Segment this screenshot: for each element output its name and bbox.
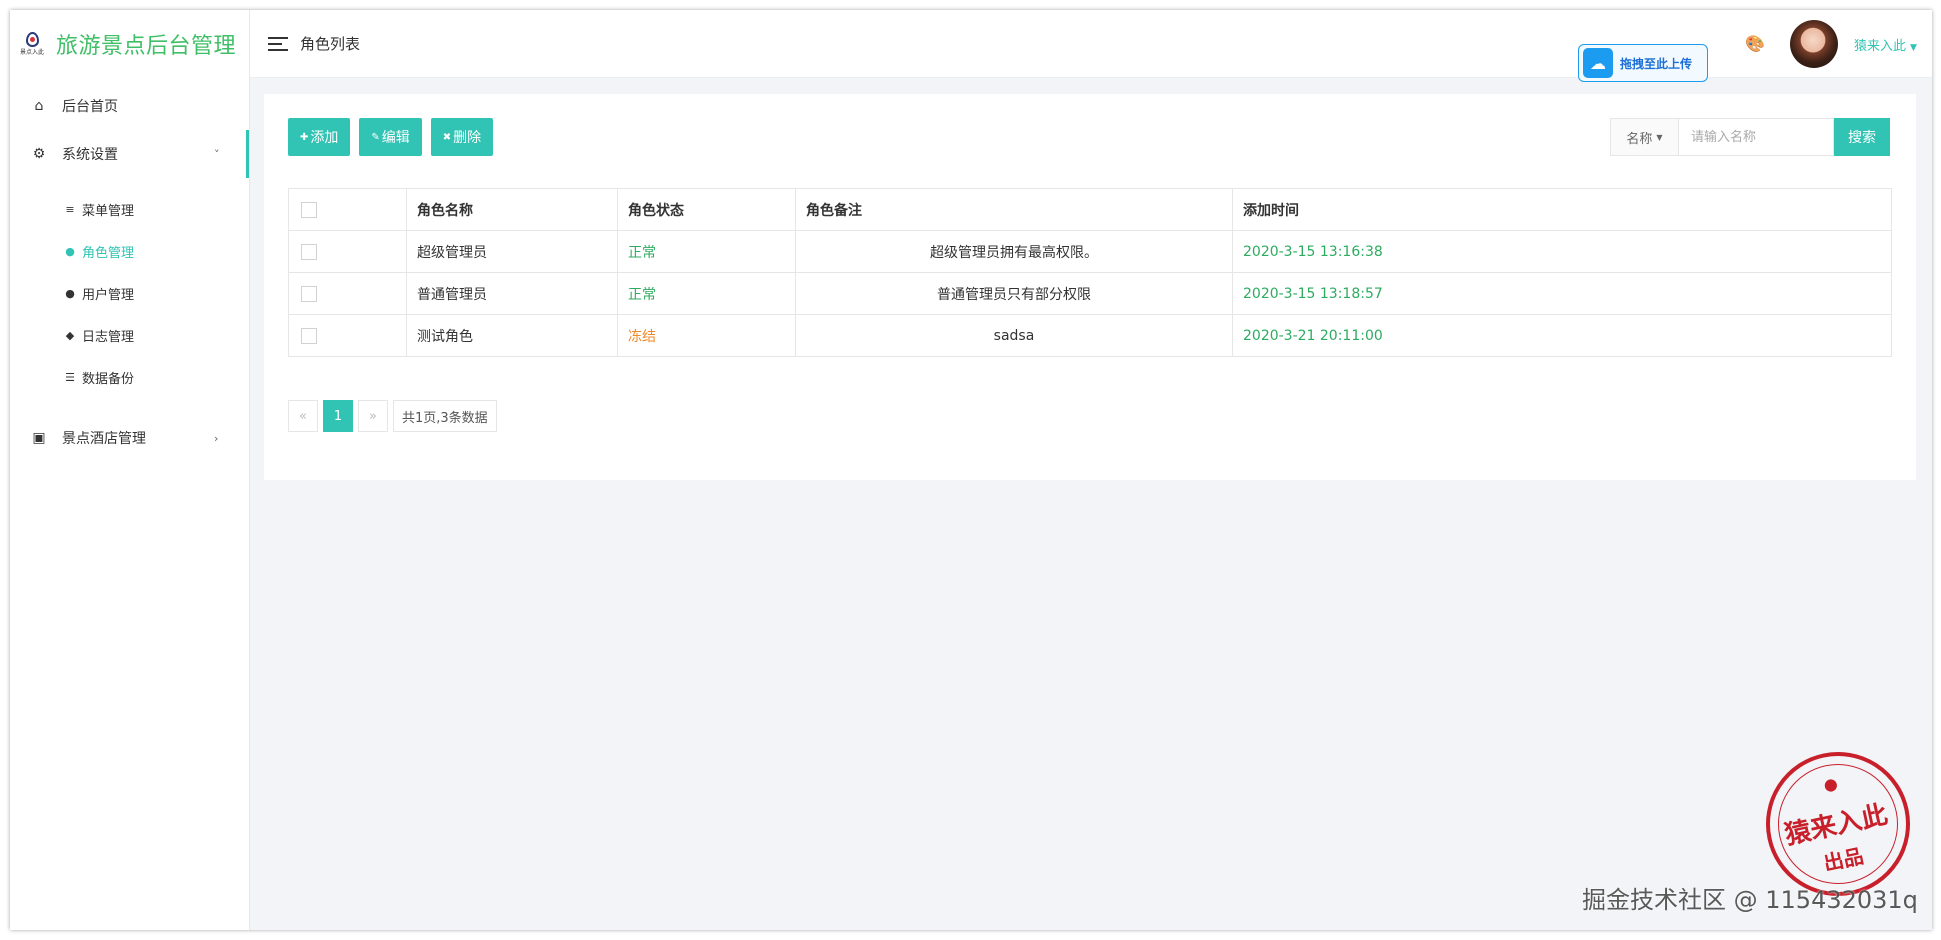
select-all-cell (288, 188, 407, 231)
users-icon: ● (65, 286, 75, 300)
watermark: 掘金技术社区 @ 115432031q (1582, 886, 1918, 914)
sidebar-item-label: 菜单管理 (82, 203, 135, 219)
sidebar-item-home[interactable]: ⌂ 后台首页 (10, 82, 249, 130)
caret-down-icon: ▼ (1910, 43, 1917, 53)
sidebar: 景点入此 旅游景点后台管理 ⌂ 后台首页 ⚙ 系统设置 ˅ ≡ 菜单管理 ● 角… (10, 10, 250, 930)
logo-area: 景点入此 旅游景点后台管理 (10, 10, 249, 78)
system-settings-submenu: ≡ 菜单管理 ● 角色管理 ● 用户管理 ◆ 日志管理 ☰ 数据备份 (10, 178, 249, 408)
logo: 景点入此 (16, 27, 48, 61)
sidebar-item-menu-management[interactable]: ≡ 菜单管理 (10, 188, 249, 230)
chevron-right-icon: › (214, 431, 219, 445)
table-header-row: 角色名称 角色状态 角色备注 添加时间 (288, 188, 1892, 231)
delete-button[interactable]: ✖ 删除 (430, 118, 494, 156)
select-all-checkbox[interactable] (301, 201, 317, 218)
role-remark: 超级管理员拥有最高权限。 (795, 230, 1233, 273)
list-icon: ≡ (65, 202, 75, 216)
role-name: 超级管理员 (406, 230, 618, 273)
page-title: 角色列表 (300, 35, 361, 53)
menu-toggle-icon[interactable] (268, 36, 288, 51)
user-role-icon: ● (65, 244, 75, 258)
pagination-info: 共1页,3条数据 (393, 400, 497, 432)
sidebar-item-label: 系统设置 (62, 147, 118, 163)
sidebar-item-user-management[interactable]: ● 用户管理 (10, 272, 249, 314)
sidebar-item-label: 用户管理 (82, 287, 135, 303)
role-name: 测试角色 (406, 314, 618, 357)
pagination: « 1 » 共1页,3条数据 (288, 400, 497, 432)
database-icon: ☰ (65, 370, 75, 384)
role-status: 正常 (617, 272, 796, 315)
sidebar-item-label: 数据备份 (82, 371, 135, 387)
add-button[interactable]: ✚ 添加 (288, 118, 351, 156)
role-added-time: 2020-3-21 20:11:00 (1232, 314, 1892, 357)
toolbar: ✚ 添加 ✎ 编辑 ✖ 删除 (288, 118, 494, 156)
add-label: 添加 (310, 130, 339, 146)
chevron-down-icon: ˅ (214, 147, 220, 161)
column-header: 角色名称 (406, 188, 618, 231)
caret-down-icon: ▼ (1656, 132, 1663, 142)
row-checkbox[interactable] (301, 243, 317, 260)
table-row[interactable]: 普通管理员 正常 普通管理员只有部分权限 2020-3-15 13:18:57 (288, 272, 1892, 315)
roles-table: 角色名称 角色状态 角色备注 添加时间 超级管理员 正常 超级管理员拥有最高权限… (288, 188, 1892, 357)
cloud-upload-icon: ☁ (1583, 48, 1613, 78)
search-box: 名称▼ 搜索 (1610, 118, 1890, 156)
row-checkbox[interactable] (301, 285, 317, 302)
user-menu[interactable]: 猿来入此 ▼ (1854, 35, 1917, 54)
sidebar-item-role-management[interactable]: ● 角色管理 (10, 230, 249, 272)
role-status: 冻结 (617, 314, 796, 357)
column-header: 角色备注 (795, 188, 1233, 231)
role-remark: sadsa (795, 314, 1233, 357)
app-title: 旅游景点后台管理 (56, 34, 237, 59)
avatar[interactable] (1790, 20, 1838, 68)
role-added-time: 2020-3-15 13:16:38 (1232, 230, 1892, 273)
next-page-button[interactable]: » (358, 400, 388, 432)
sidebar-item-label: 角色管理 (82, 245, 135, 261)
search-field-select[interactable]: 名称 ▼ (1610, 118, 1678, 156)
column-header: 添加时间 (1232, 188, 1892, 231)
user-minus-icon: ✖ (442, 131, 452, 143)
logo-icon (25, 32, 39, 47)
logo-caption: 景点入此 (19, 49, 44, 56)
role-status: 正常 (617, 230, 796, 273)
search-field-label: 名称 (1626, 131, 1653, 147)
user-plus-icon: ✚ (300, 131, 309, 143)
home-icon: ⌂ (34, 98, 44, 114)
delete-label: 删除 (453, 130, 482, 146)
search-button[interactable]: 搜索 (1834, 118, 1890, 156)
role-added-time: 2020-3-15 13:18:57 (1232, 272, 1892, 315)
sidebar-item-system-settings[interactable]: ⚙ 系统设置 ˅ (10, 130, 249, 178)
role-remark: 普通管理员只有部分权限 (795, 272, 1233, 315)
page-1-button[interactable]: 1 (323, 400, 353, 432)
edit-button[interactable]: ✎ 编辑 (359, 118, 422, 156)
search-input[interactable] (1678, 118, 1834, 156)
role-list-card: ✚添加 ✎编辑 ✖删除 名称▼ 搜索 角色名称 (264, 94, 1916, 480)
app-window: 景点入此 旅游景点后台管理 ⌂ 后台首页 ⚙ 系统设置 ˅ ≡ 菜单管理 ● 角… (10, 10, 1932, 930)
image-icon: ▣ (32, 430, 46, 446)
prev-page-button[interactable]: « (288, 400, 318, 432)
table-row[interactable]: 超级管理员 正常 超级管理员拥有最高权限。 2020-3-15 13:16:38 (288, 230, 1892, 273)
edit-label: 编辑 (381, 130, 410, 146)
sidebar-item-label: 景点酒店管理 (62, 431, 146, 447)
sidebar-item-label: 日志管理 (82, 329, 135, 345)
username: 猿来入此 (1854, 39, 1907, 54)
top-header: 角色列表 ☁ 拖拽至此上传 🎨 猿来入此 ▼ (250, 10, 1932, 82)
sidebar-nav: ⌂ 后台首页 ⚙ 系统设置 ˅ ≡ 菜单管理 ● 角色管理 ● 用户管理 ◆ 日… (10, 82, 249, 462)
column-header: 角色状态 (617, 188, 796, 231)
palette-icon[interactable]: 🎨 (1745, 34, 1765, 53)
upload-label: 拖拽至此上传 (1620, 56, 1693, 71)
sidebar-item-log-management[interactable]: ◆ 日志管理 (10, 314, 249, 356)
user-edit-icon: ✎ (371, 131, 380, 143)
tag-icon: ◆ (65, 328, 75, 342)
role-name: 普通管理员 (406, 272, 618, 315)
sidebar-item-data-backup[interactable]: ☰ 数据备份 (10, 356, 249, 398)
drag-upload-button[interactable]: ☁ 拖拽至此上传 (1578, 44, 1708, 82)
row-checkbox[interactable] (301, 327, 317, 344)
sidebar-item-scenic-hotel[interactable]: ▣ 景点酒店管理 › (10, 414, 249, 462)
sidebar-item-label: 后台首页 (62, 99, 118, 115)
gear-icon: ⚙ (32, 146, 46, 162)
table-row[interactable]: 测试角色 冻结 sadsa 2020-3-21 20:11:00 (288, 314, 1892, 357)
